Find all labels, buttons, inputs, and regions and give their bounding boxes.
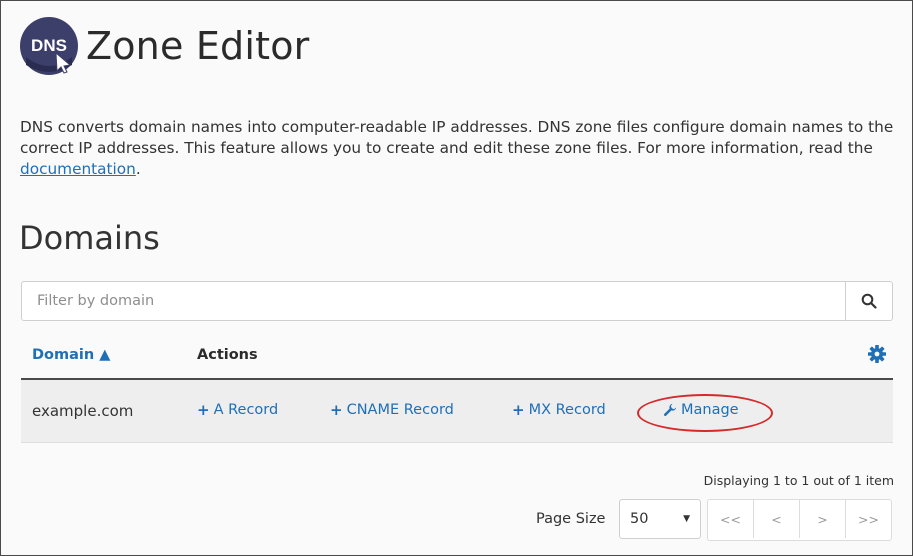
last-page-button[interactable]: >> bbox=[845, 500, 891, 538]
table-settings-button[interactable] bbox=[867, 344, 887, 368]
actions-column-header: Actions bbox=[197, 347, 258, 363]
search-button[interactable] bbox=[845, 282, 892, 320]
add-mx-record-button[interactable]: + MX Record bbox=[512, 402, 606, 418]
add-cname-record-button[interactable]: + CNAME Record bbox=[330, 402, 454, 418]
dns-logo-icon: DNS bbox=[18, 15, 80, 77]
sort-ascending-icon: ▲ bbox=[99, 347, 111, 363]
plus-icon: + bbox=[330, 400, 343, 419]
page-title: Zone Editor bbox=[86, 24, 310, 68]
plus-icon: + bbox=[197, 400, 210, 419]
add-cname-record-label: CNAME Record bbox=[346, 402, 454, 418]
description-text: DNS converts domain names into computer-… bbox=[20, 118, 894, 157]
page-header: DNS Zone Editor bbox=[18, 15, 309, 77]
page-size-value: 50 bbox=[630, 511, 649, 527]
filter-bar bbox=[21, 281, 893, 321]
table-header: Domain ▲ Actions bbox=[21, 335, 893, 380]
manage-label: Manage bbox=[681, 402, 739, 418]
page-size-label: Page Size bbox=[536, 511, 606, 527]
display-count-text: Displaying 1 to 1 out of 1 item bbox=[703, 473, 894, 488]
page-size-select[interactable]: 50 ▼ bbox=[619, 499, 701, 539]
filter-domain-input[interactable] bbox=[22, 282, 845, 320]
add-a-record-label: A Record bbox=[213, 402, 279, 418]
domain-cell: example.com bbox=[32, 402, 134, 420]
gear-icon bbox=[868, 345, 886, 363]
domain-column-label: Domain bbox=[32, 347, 95, 363]
domain-column-header[interactable]: Domain ▲ bbox=[32, 347, 110, 363]
documentation-link[interactable]: documentation bbox=[20, 160, 136, 178]
chevron-down-icon: ▼ bbox=[683, 514, 690, 524]
domains-heading: Domains bbox=[19, 219, 160, 257]
zone-editor-page: DNS Zone Editor DNS converts domain name… bbox=[0, 0, 913, 556]
next-page-button[interactable]: > bbox=[799, 500, 845, 538]
pagination-controls: << < > >> bbox=[707, 499, 892, 541]
description-text-end: . bbox=[135, 160, 141, 178]
first-page-button[interactable]: << bbox=[708, 500, 753, 538]
add-a-record-button[interactable]: + A Record bbox=[197, 402, 278, 418]
search-icon bbox=[861, 293, 877, 309]
plus-icon: + bbox=[512, 400, 525, 419]
previous-page-button[interactable]: < bbox=[753, 500, 799, 538]
wrench-icon bbox=[663, 403, 677, 417]
manage-button[interactable]: Manage bbox=[663, 402, 739, 418]
page-description: DNS converts domain names into computer-… bbox=[20, 117, 898, 180]
svg-text:DNS: DNS bbox=[31, 36, 67, 55]
add-mx-record-label: MX Record bbox=[528, 402, 606, 418]
table-row: example.com + A Record + CNAME Record + … bbox=[21, 380, 893, 443]
